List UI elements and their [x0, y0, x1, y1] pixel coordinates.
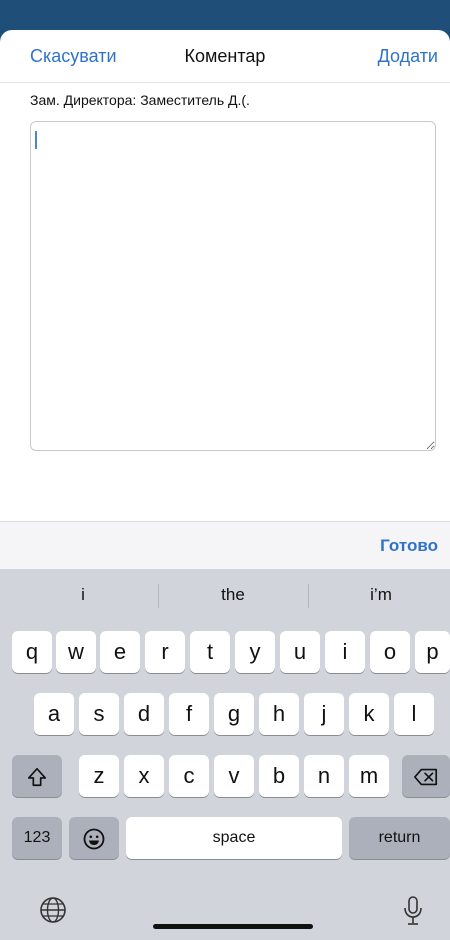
key-c[interactable]: c: [169, 755, 209, 797]
suggestion-item[interactable]: the: [158, 569, 308, 621]
keyboard-toolbar: Готово: [0, 521, 450, 569]
numbers-key[interactable]: 123: [12, 817, 62, 859]
dictation-button[interactable]: [402, 895, 424, 932]
key-a[interactable]: a: [34, 693, 74, 735]
key-o[interactable]: o: [370, 631, 410, 673]
mic-icon: [404, 896, 422, 925]
shift-icon: [27, 768, 47, 787]
key-y[interactable]: y: [235, 631, 275, 673]
key-i[interactable]: i: [325, 631, 365, 673]
suggestion-item[interactable]: i: [8, 569, 158, 621]
add-button[interactable]: Додати: [378, 46, 438, 67]
delete-key[interactable]: [402, 755, 450, 797]
key-z[interactable]: z: [79, 755, 119, 797]
globe-icon: [40, 897, 66, 923]
delete-icon: [414, 768, 438, 786]
key-g[interactable]: g: [214, 693, 254, 735]
space-key[interactable]: space: [126, 817, 342, 859]
recipient-label: Зам. Директора: Заместитель Д.(.: [30, 92, 250, 108]
key-j[interactable]: j: [304, 693, 344, 735]
text-caret: [35, 131, 37, 149]
comment-sheet: Скасувати Коментар Додати Зам. Директора…: [0, 30, 450, 940]
emoji-icon: [83, 828, 105, 850]
key-h[interactable]: h: [259, 693, 299, 735]
key-p[interactable]: p: [415, 631, 450, 673]
key-e[interactable]: e: [100, 631, 140, 673]
suggestion-item[interactable]: i’m: [306, 569, 450, 621]
keyboard: i the i’m q w e r t y u i o p a s d f g …: [0, 569, 450, 940]
key-s[interactable]: s: [79, 693, 119, 735]
return-key[interactable]: return: [349, 817, 450, 859]
key-u[interactable]: u: [280, 631, 320, 673]
key-q[interactable]: q: [12, 631, 52, 673]
key-w[interactable]: w: [56, 631, 96, 673]
key-m[interactable]: m: [349, 755, 389, 797]
emoji-key[interactable]: [69, 817, 119, 859]
home-indicator: [153, 924, 313, 929]
done-button[interactable]: Готово: [380, 536, 438, 556]
key-x[interactable]: x: [124, 755, 164, 797]
key-l[interactable]: l: [394, 693, 434, 735]
key-t[interactable]: t: [190, 631, 230, 673]
key-b[interactable]: b: [259, 755, 299, 797]
globe-button[interactable]: [38, 895, 68, 930]
key-r[interactable]: r: [145, 631, 185, 673]
nav-divider: [0, 82, 450, 83]
key-k[interactable]: k: [349, 693, 389, 735]
key-n[interactable]: n: [304, 755, 344, 797]
key-f[interactable]: f: [169, 693, 209, 735]
shift-key[interactable]: [12, 755, 62, 797]
key-d[interactable]: d: [124, 693, 164, 735]
key-v[interactable]: v: [214, 755, 254, 797]
comment-field[interactable]: [30, 121, 436, 451]
status-bar-area: [0, 0, 450, 30]
nav-bar: Скасувати Коментар Додати: [0, 30, 450, 82]
